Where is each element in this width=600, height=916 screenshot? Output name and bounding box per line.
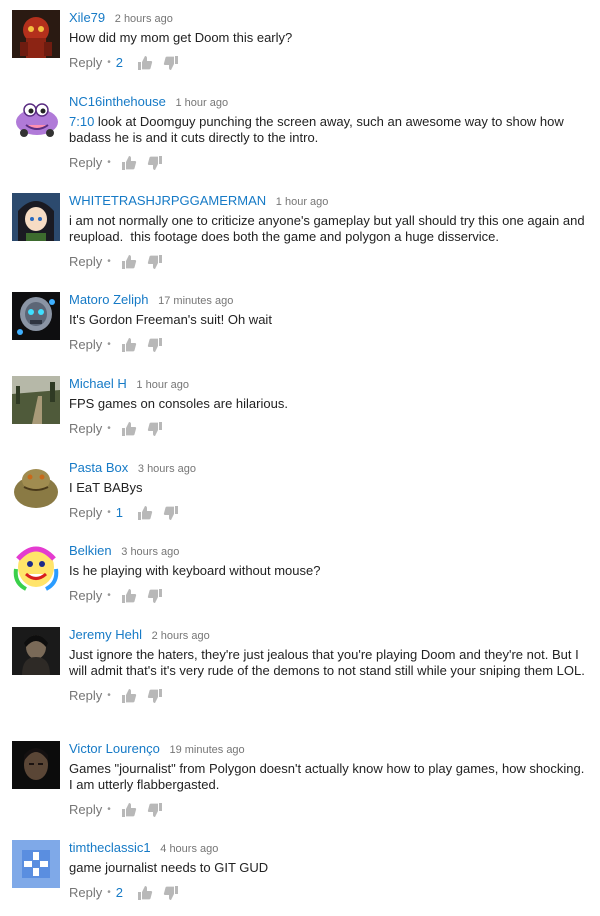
comment-timestamp[interactable]: 17 minutes ago xyxy=(158,295,233,307)
landscape-avatar-icon xyxy=(12,376,60,424)
comment-author[interactable]: Xile79 xyxy=(69,10,105,25)
separator-dot: • xyxy=(107,887,111,898)
avatar[interactable] xyxy=(12,627,60,675)
comment-timestamp[interactable]: 1 hour ago xyxy=(136,379,189,391)
reply-button[interactable]: Reply xyxy=(69,802,102,818)
thumbs-up-icon[interactable] xyxy=(137,55,153,71)
comment-timestamp[interactable]: 1 hour ago xyxy=(276,196,329,208)
video-timestamp-link[interactable]: 7:10 xyxy=(69,114,94,129)
thumbs-up-icon[interactable] xyxy=(121,688,137,704)
comment-text: FPS games on consoles are hilarious. xyxy=(69,396,288,411)
thumbs-down-icon[interactable] xyxy=(147,588,163,604)
like-count: 1 xyxy=(115,505,123,520)
thumbs-down-icon[interactable] xyxy=(147,802,163,818)
like-count: 2 xyxy=(115,885,123,900)
face-portrait-avatar-icon xyxy=(12,741,60,789)
thumbs-up-icon[interactable] xyxy=(121,337,137,353)
comment-text: game journalist needs to GIT GUD xyxy=(69,860,269,875)
thumbs-up-icon[interactable] xyxy=(137,885,153,901)
like-count: 2 xyxy=(115,55,123,70)
separator-dot: • xyxy=(107,157,111,168)
avatar[interactable] xyxy=(12,460,60,508)
comment-text: Games "journalist" from Polygon doesn't … xyxy=(69,761,588,792)
comment-author[interactable]: Pasta Box xyxy=(69,460,128,475)
thumbs-down-icon[interactable] xyxy=(147,421,163,437)
separator-dot: • xyxy=(107,590,111,601)
comment-text: 7:10 look at Doomguy punching the screen… xyxy=(69,114,588,146)
comment-author[interactable]: Jeremy Hehl xyxy=(69,627,142,642)
avatar[interactable] xyxy=(12,292,60,340)
comment-timestamp[interactable]: 2 hours ago xyxy=(152,630,210,642)
separator-dot: • xyxy=(107,256,111,267)
comment-text: Just ignore the haters, they're just jea… xyxy=(69,647,585,678)
thumbs-up-icon[interactable] xyxy=(121,588,137,604)
comment-author[interactable]: WHITETRASHJRPGGAMERMAN xyxy=(69,193,266,208)
comment-text: i am not normally one to criticize anyon… xyxy=(69,213,589,244)
comment-timestamp[interactable]: 3 hours ago xyxy=(121,546,179,558)
avatar[interactable] xyxy=(12,840,60,888)
thumbs-down-icon[interactable] xyxy=(163,55,179,71)
avatar[interactable] xyxy=(12,10,60,58)
comment-timestamp[interactable]: 3 hours ago xyxy=(138,463,196,475)
reply-button[interactable]: Reply xyxy=(69,155,102,171)
reply-button[interactable]: Reply xyxy=(69,505,102,521)
reply-button[interactable]: Reply xyxy=(69,254,102,270)
avatar[interactable] xyxy=(12,543,60,591)
comment-text: Is he playing with keyboard without mous… xyxy=(69,563,321,578)
red-robot-avatar-icon xyxy=(12,10,60,58)
comment-author[interactable]: Matoro Zeliph xyxy=(69,292,148,307)
reply-button[interactable]: Reply xyxy=(69,688,102,704)
comment-text: How did my mom get Doom this early? xyxy=(69,30,293,45)
comment-text-body: look at Doomguy punching the screen away… xyxy=(69,114,568,145)
comment-timestamp[interactable]: 4 hours ago xyxy=(160,843,218,855)
separator-dot: • xyxy=(107,57,111,68)
thumbs-down-icon[interactable] xyxy=(147,254,163,270)
comment-text: It's Gordon Freeman's suit! Oh wait xyxy=(69,312,272,327)
avatar[interactable] xyxy=(12,376,60,424)
comment-timestamp[interactable]: 1 hour ago xyxy=(175,97,228,109)
dark-portrait-avatar-icon xyxy=(12,627,60,675)
comment-timestamp[interactable]: 19 minutes ago xyxy=(169,744,244,756)
anime-girl-avatar-icon xyxy=(12,193,60,241)
reply-button[interactable]: Reply xyxy=(69,337,102,353)
comment-author[interactable]: Victor Lourenço xyxy=(69,741,160,756)
thumbs-down-icon[interactable] xyxy=(147,337,163,353)
avatar[interactable] xyxy=(12,741,60,789)
comment-author[interactable]: NC16inthehouse xyxy=(69,94,166,109)
separator-dot: • xyxy=(107,339,111,350)
reply-button[interactable]: Reply xyxy=(69,55,102,71)
comment-timestamp[interactable]: 2 hours ago xyxy=(115,13,173,25)
thumbs-down-icon[interactable] xyxy=(147,155,163,171)
comment-author[interactable]: Michael H xyxy=(69,376,127,391)
thumbs-up-icon[interactable] xyxy=(121,802,137,818)
reply-button[interactable]: Reply xyxy=(69,588,102,604)
avatar[interactable] xyxy=(12,94,60,142)
avatar[interactable] xyxy=(12,193,60,241)
comment-author[interactable]: Belkien xyxy=(69,543,112,558)
thumbs-down-icon[interactable] xyxy=(163,885,179,901)
comment-text: I EaT BABys xyxy=(69,480,143,495)
purple-car-avatar-icon xyxy=(12,94,60,142)
separator-dot: • xyxy=(107,804,111,815)
thumbs-down-icon[interactable] xyxy=(147,688,163,704)
thumbs-up-icon[interactable] xyxy=(137,505,153,521)
thumbs-up-icon[interactable] xyxy=(121,421,137,437)
jabba-avatar-icon xyxy=(12,460,60,508)
thumbs-up-icon[interactable] xyxy=(121,155,137,171)
separator-dot: • xyxy=(107,690,111,701)
default-blue-avatar-icon xyxy=(12,840,60,888)
reply-button[interactable]: Reply xyxy=(69,885,102,901)
robot-mask-avatar-icon xyxy=(12,292,60,340)
comment-author[interactable]: timtheclassic1 xyxy=(69,840,151,855)
separator-dot: • xyxy=(107,423,111,434)
thumbs-up-icon[interactable] xyxy=(121,254,137,270)
rainbow-face-avatar-icon xyxy=(12,543,60,591)
thumbs-down-icon[interactable] xyxy=(163,505,179,521)
reply-button[interactable]: Reply xyxy=(69,421,102,437)
separator-dot: • xyxy=(107,507,111,518)
